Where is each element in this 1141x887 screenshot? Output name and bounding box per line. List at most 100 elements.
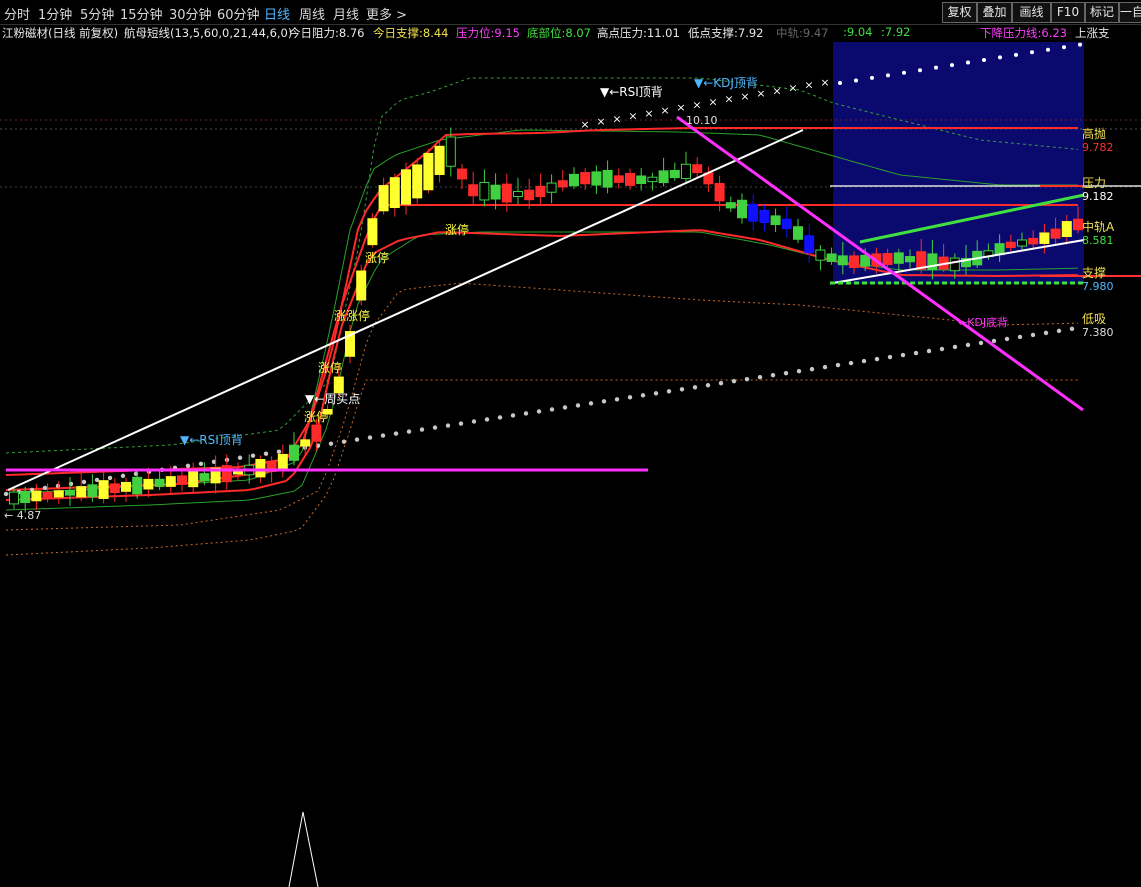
orange-dashed-band [5,282,1079,531]
resist-x-4: × [644,107,653,120]
candle-body-32 [367,218,378,246]
weekly-buy-label: ▼←周买点 [305,392,360,406]
resist-x-6: × [676,101,685,114]
period-tab-8[interactable]: 月线 [333,4,359,23]
support-dot-26 [341,439,347,444]
period-tab-6[interactable]: 日线 [264,4,290,23]
period-tab-0[interactable]: 分时 [4,4,30,23]
support-dot-48 [627,395,633,400]
high-price-label: 10.10 [686,114,718,127]
resist-dot-11 [1014,52,1018,57]
toolbar-button-3[interactable]: F10 [1051,2,1085,23]
period-tab-5[interactable]: 60分钟 [217,4,260,23]
period-tab-7[interactable]: 周线 [299,4,325,23]
candle-body-65 [737,199,747,219]
period-tab-9[interactable]: 更多 > [366,4,407,23]
resist-dot-7 [950,63,954,68]
support-dot-37 [484,417,490,422]
candle-body-60 [681,163,691,179]
bottom-spike [288,811,319,887]
support-dot-69 [900,352,906,358]
candle-body-1 [20,490,31,504]
candle-body-29 [333,376,344,394]
candle-body-75 [849,255,859,268]
indicator-item-1: 今日支撑:8.44 [373,26,449,40]
support-dot-3 [42,485,48,491]
support-dot-40 [523,411,529,416]
resist-x-14: × [804,79,813,92]
candle-body-41 [468,184,479,197]
candle-body-58 [658,170,669,184]
resist-x-12: × [772,84,781,97]
candle-body-9 [109,483,120,494]
indicator-info-bar: 江粉磁材(日线 前复权) 航母短线(13,5,60,0,21,44,6,0) 今日阻… [0,24,1141,40]
indicator-item-5: 低点支撑:7.92 [688,26,764,40]
support-dot-49 [640,393,646,398]
zt-label-3: 涨 [334,308,346,323]
period-tab-3[interactable]: 15分钟 [120,4,163,23]
indicator-item-9: 下降压力线:6.23 [980,26,1067,40]
period-tab-4[interactable]: 30分钟 [169,4,212,23]
candle-body-64 [725,202,736,209]
support-dot-28 [367,435,373,440]
candle-body-43 [490,184,501,200]
candle-body-72 [815,249,826,261]
support-dot-39 [510,413,516,418]
right-value-3: 7.980 [1082,280,1114,293]
candle-body-76 [860,254,871,267]
rsi-top-label: ▼←RSI顶背 [600,85,663,99]
support-dot-21 [276,449,282,454]
toolbar-button-5[interactable]: 一自 [1119,2,1141,23]
resist-dot-13 [1046,47,1050,52]
support-dot-38 [497,415,503,420]
toolbar: 分时 1分钟 5分钟 15分钟 30分钟 60分钟 日线 周线 月线 更多 > 复权 叠加 画线 F10 标… [0,0,1141,25]
support-dot-65 [848,360,854,366]
toolbar-button-4[interactable]: 标记 [1085,2,1119,23]
candle-body-27 [311,424,322,442]
period-tab-1[interactable]: 1分钟 [38,4,72,23]
support-dot-25 [328,441,334,446]
candle-body-48 [546,182,557,193]
candle-body-68 [770,215,781,226]
support-dot-42 [549,407,555,412]
candle-body-49 [557,180,568,188]
resist-dot-1 [854,78,858,83]
support-dot-59 [770,372,776,378]
kline-chart[interactable]: × × × × × × × × × × × × × × × ×涨停涨停涨涨停涨停涨停▼←RSI顶背▼←KDJ顶… [0,40,1141,887]
resist-x-1: × [596,115,605,128]
kdj-top-label: ▼←KDJ顶背 [694,76,758,90]
support-dot-32 [419,427,425,432]
support-dot-43 [562,405,568,410]
zt-label-6: 涨停 [445,222,469,237]
candle-body-36 [412,164,423,199]
toolbar-button-1[interactable]: 叠加 [977,2,1012,23]
candle-body-16 [188,470,199,488]
zt-label-4: 涨停 [318,360,342,375]
candle-body-53 [602,169,613,188]
candle-body-89 [1005,241,1016,248]
candle-body-31 [356,270,367,301]
candle-body-10 [121,481,131,492]
candle-body-61 [692,164,703,174]
candle-body-79 [893,252,904,264]
candle-body-37 [423,152,434,191]
support-dot-67 [874,356,880,362]
support-dot-34 [445,423,451,428]
rsi-top-left-label: ▼←RSI顶背 [180,433,243,447]
toolbar-button-2[interactable]: 画线 [1012,2,1051,23]
resist-x-3: × [628,110,637,123]
resist-dot-8 [966,60,970,65]
period-tab-2[interactable]: 5分钟 [80,4,114,23]
right-value-4: 7.380 [1082,326,1114,339]
resist-dot-3 [886,73,890,78]
support-dot-70 [913,350,919,356]
candle-body-56 [636,175,647,185]
resist-dot-4 [902,70,906,75]
zt-label-1: 涨停 [365,250,389,265]
support-dot-9 [120,473,126,479]
candle-body-35 [401,169,411,205]
toolbar-button-0[interactable]: 复权 [942,2,977,23]
support-dot-20 [263,451,269,456]
orange-dashed-low [5,379,1078,556]
support-dot-44 [575,403,581,408]
